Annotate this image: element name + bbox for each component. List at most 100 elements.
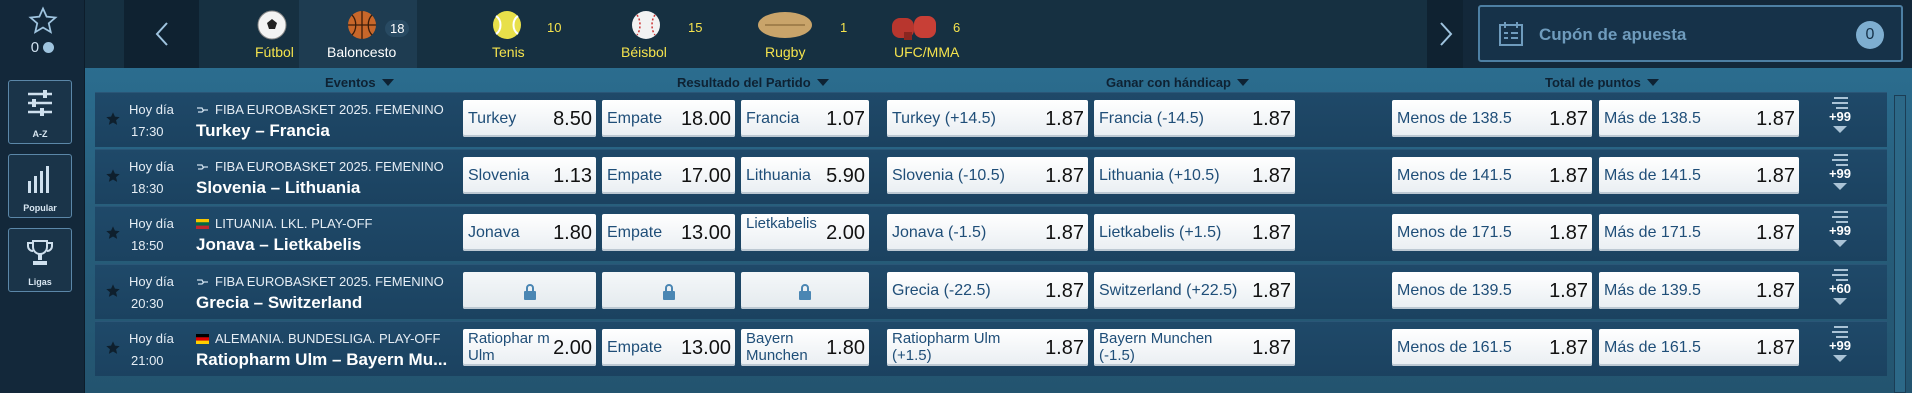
odd-button[interactable]: Jonava (-1.5) 1.87 — [887, 214, 1088, 251]
star-icon[interactable] — [105, 168, 121, 184]
odd-value: 1.87 — [1549, 337, 1588, 359]
col-result[interactable]: Resultado del Partido — [677, 75, 829, 90]
more-markets-button[interactable]: +99 — [1825, 211, 1855, 259]
odd-button[interactable]: Grecia (-22.5) 1.87 — [887, 272, 1088, 309]
odd-value: 1.87 — [1252, 165, 1291, 187]
match-teams[interactable]: Slovenia – Lithuania — [196, 178, 360, 198]
event-row[interactable]: Hoy día 18:30 FIBA EUROBASKET 2025. FEMENI… — [95, 149, 1887, 204]
col-total[interactable]: Total de puntos — [1545, 75, 1659, 90]
locked-odd-button[interactable] — [741, 272, 869, 309]
event-row[interactable]: Hoy día 21:00 ALEMANIA. BUNDESLIGA. PLAY-O… — [95, 321, 1887, 376]
odd-button[interactable]: Slovenia (-10.5) 1.87 — [887, 157, 1088, 194]
league-name: FIBA EUROBASKET 2025. FEMENINO — [196, 159, 444, 174]
odd-value: 1.87 — [1045, 222, 1084, 244]
odd-button[interactable]: Turkey 8.50 — [463, 100, 596, 137]
col-events[interactable]: Eventos — [325, 75, 394, 90]
chevron-down-icon — [1833, 240, 1847, 247]
odd-button[interactable]: Lietkabelis (+1.5) 1.87 — [1094, 214, 1295, 251]
odd-button[interactable]: Ratiopharm Ulm (+1.5) 1.87 — [887, 329, 1088, 366]
odd-label: Francia — [746, 110, 800, 127]
more-markets-button[interactable]: +99 — [1825, 154, 1855, 202]
match-teams[interactable]: Ratiopharm Ulm – Bayern Mu... — [196, 350, 447, 370]
odd-button[interactable]: Empate 17.00 — [602, 157, 735, 194]
odd-button[interactable]: Empate 18.00 — [602, 100, 735, 137]
odd-button[interactable]: Lithuania (+10.5) 1.87 — [1094, 157, 1295, 194]
match-teams[interactable]: Turkey – Francia — [196, 121, 330, 141]
odd-button[interactable]: Más de 171.5 1.87 — [1599, 214, 1799, 251]
sport-tab-football[interactable]: 117 Fútbol — [205, 0, 358, 68]
odd-label: Bayern Munchen (-1.5) — [1099, 330, 1213, 364]
scrollbar[interactable] — [1894, 95, 1906, 393]
bet-coupon-button[interactable]: Cupón de apuesta 0 — [1478, 5, 1903, 62]
odd-button[interactable]: Switzerland (+22.5) 1.87 — [1094, 272, 1295, 309]
odd-button[interactable]: Bayern Munchen (-1.5) 1.87 — [1094, 329, 1295, 366]
favorites-button[interactable]: 0 — [0, 0, 85, 68]
sport-tab-basketball[interactable]: 18 Baloncesto — [299, 0, 417, 68]
odd-label: Ratiophar m Ulm — [468, 330, 550, 364]
odd-button[interactable]: Más de 138.5 1.87 — [1599, 100, 1799, 137]
odd-button[interactable]: Bayern Munchen 1.80 — [741, 329, 869, 366]
odd-button[interactable]: Slovenia 1.13 — [463, 157, 596, 194]
odd-button[interactable]: Menos de 138.5 1.87 — [1392, 100, 1592, 137]
popular-button[interactable]: Popular — [8, 154, 72, 218]
star-icon[interactable] — [105, 225, 121, 241]
event-day: Hoy día — [129, 102, 174, 117]
star-icon[interactable] — [105, 340, 121, 356]
odd-value: 1.13 — [553, 165, 592, 187]
event-row[interactable]: Hoy día 17:30 FIBA EUROBASKET 2025. FEMENI… — [95, 92, 1887, 147]
odd-button[interactable]: Empate 13.00 — [602, 214, 735, 251]
sports-bar: 117 Fútbol 18 Baloncesto 10 Tenis 15 Béi… — [85, 0, 1465, 68]
odd-label: Grecia (-22.5) — [892, 282, 991, 299]
star-icon[interactable] — [105, 283, 121, 299]
prev-arrow-button[interactable] — [124, 0, 199, 68]
odd-button[interactable]: Lithuania 5.90 — [741, 157, 869, 194]
match-teams[interactable]: Jonava – Lietkabelis — [196, 235, 361, 255]
events-table: Eventos Resultado del Partido Ganar con … — [85, 68, 1912, 393]
sport-tab-baseball[interactable]: 15 Béisbol — [611, 0, 711, 68]
event-time: 18:30 — [131, 181, 164, 196]
odd-label: Menos de 171.5 — [1397, 224, 1512, 241]
odd-value: 13.00 — [680, 222, 731, 244]
odd-label: Francia (-14.5) — [1099, 110, 1204, 127]
odd-button[interactable]: Francia 1.07 — [741, 100, 869, 137]
odd-button[interactable]: Francia (-14.5) 1.87 — [1094, 100, 1295, 137]
sport-tab-ufc-mma[interactable]: 6 UFC/MMA — [890, 0, 1000, 68]
odd-button[interactable]: Menos de 171.5 1.87 — [1392, 214, 1592, 251]
col-handicap[interactable]: Ganar con hándicap — [1106, 75, 1249, 90]
odd-button[interactable]: Ratiophar m Ulm 2.00 — [463, 329, 596, 366]
odd-button[interactable]: Lietkabelis 2.00 — [741, 214, 869, 251]
sport-tab-rugby[interactable]: 1 Rugby — [755, 0, 855, 68]
event-time: 18:50 — [131, 238, 164, 253]
sport-count: 10 — [547, 20, 562, 35]
star-icon[interactable] — [105, 111, 121, 127]
odd-value: 5.90 — [826, 165, 865, 187]
next-arrow-button[interactable] — [1427, 0, 1465, 68]
sport-tab-tennis[interactable]: 10 Tenis — [468, 0, 568, 68]
locked-odd-button[interactable] — [602, 272, 735, 309]
odd-button[interactable]: Jonava 1.80 — [463, 214, 596, 251]
event-row[interactable]: Hoy día 18:50 LITUANIA. LKL. PLAY-OFF Jonav… — [95, 206, 1887, 261]
odd-button[interactable]: Menos de 161.5 1.87 — [1392, 329, 1592, 366]
more-markets-button[interactable]: +60 — [1825, 269, 1855, 317]
sport-name: Béisbol — [621, 44, 667, 60]
odd-button[interactable]: Más de 161.5 1.87 — [1599, 329, 1799, 366]
odd-value: 1.87 — [1252, 222, 1291, 244]
odd-button[interactable]: Menos de 139.5 1.87 — [1392, 272, 1592, 309]
more-markets-button[interactable]: +99 — [1825, 326, 1855, 374]
odd-button[interactable]: Turkey (+14.5) 1.87 — [887, 100, 1088, 137]
odd-button[interactable]: Más de 139.5 1.87 — [1599, 272, 1799, 309]
locked-odd-button[interactable] — [463, 272, 596, 309]
league-label: FIBA EUROBASKET 2025. FEMENINO — [215, 159, 444, 174]
match-teams[interactable]: Grecia – Switzerland — [196, 293, 362, 313]
leagues-button[interactable]: Ligas — [8, 228, 72, 292]
odd-label: Menos de 139.5 — [1397, 282, 1512, 299]
az-button[interactable]: A-Z — [8, 80, 72, 144]
event-row[interactable]: Hoy día 20:30 FIBA EUROBASKET 2025. FEMENI… — [95, 264, 1887, 319]
odd-button[interactable]: Menos de 141.5 1.87 — [1392, 157, 1592, 194]
more-markets-button[interactable]: +99 — [1825, 97, 1855, 145]
odd-label: Empate — [607, 110, 663, 127]
league-name: LITUANIA. LKL. PLAY-OFF — [196, 216, 373, 231]
az-label: A-Z — [32, 129, 48, 139]
odd-button[interactable]: Más de 141.5 1.87 — [1599, 157, 1799, 194]
odd-button[interactable]: Empate 13.00 — [602, 329, 735, 366]
